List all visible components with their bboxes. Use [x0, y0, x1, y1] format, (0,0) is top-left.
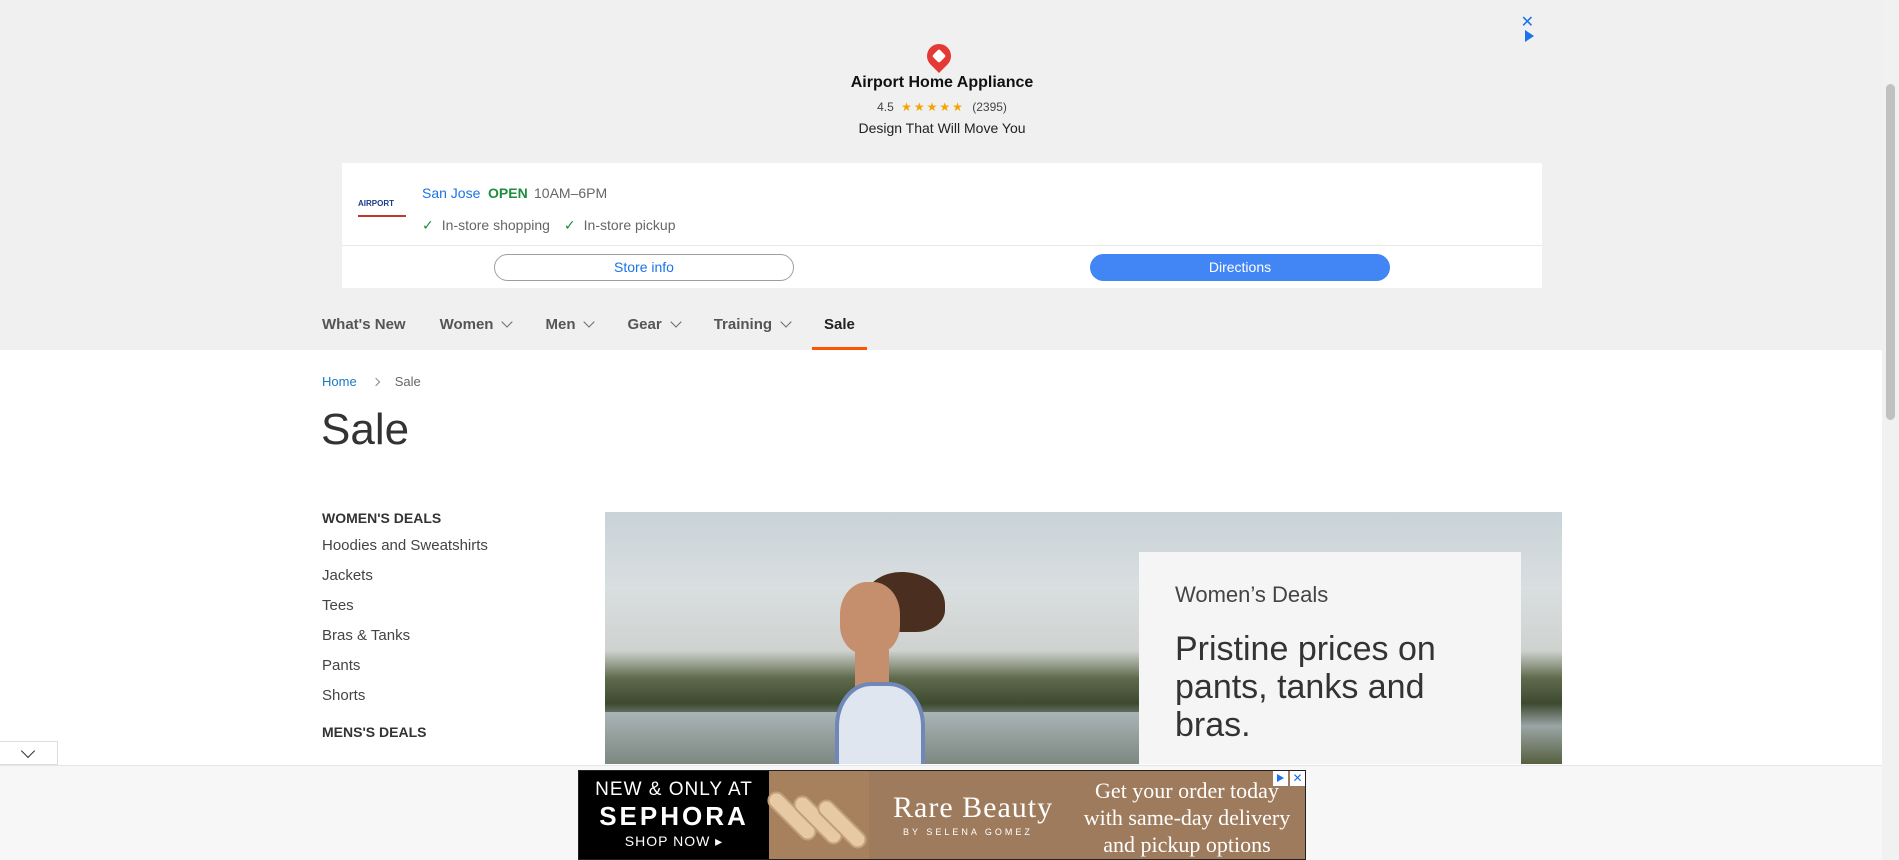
sidebar-link-pants[interactable]: Pants	[322, 656, 572, 686]
scrollbar-thumb[interactable]	[1886, 84, 1895, 420]
ad-rating: 4.5 ★★★★★ (2395)	[342, 100, 1542, 114]
rare-beauty-panel: Rare Beauty BY SELENA GOMEZ Get your ord…	[869, 771, 1305, 859]
sidebar: WOMEN'S DEALS Hoodies and Sweatshirts Ja…	[322, 510, 572, 750]
collapse-toggle[interactable]	[0, 741, 58, 765]
nav-label: Men	[545, 316, 576, 333]
sephora-line1: NEW & ONLY AT	[595, 779, 753, 800]
feature-label: In-store pickup	[583, 217, 676, 233]
map-pin-icon	[922, 39, 956, 73]
check-icon: ✓	[422, 217, 434, 233]
nav-item-training[interactable]: Training	[713, 306, 792, 350]
sidebar-link-hoodies[interactable]: Hoodies and Sweatshirts	[322, 536, 572, 566]
sephora-panel: NEW & ONLY AT SEPHORA SHOP NOW ▸	[579, 771, 769, 859]
hero-card[interactable]: Women’s Deals Pristine prices on pants, …	[1139, 552, 1521, 764]
feature-in-store-shopping: ✓ In-store shopping	[422, 217, 550, 234]
hero-kicker: Women’s Deals	[1175, 582, 1329, 607]
nav-label: Women	[439, 316, 494, 333]
rare-beauty-logo: Rare Beauty	[893, 791, 1054, 824]
ad-tagline: Design That Will Move You	[858, 120, 1026, 136]
close-icon[interactable]: ✕	[1521, 12, 1534, 32]
store-hours: 10AM–6PM	[534, 185, 608, 201]
runner-head	[840, 582, 900, 654]
store-features: ✓ In-store shopping ✓ In-store pickup	[422, 217, 675, 234]
hero-runner-image	[805, 572, 945, 764]
nav-item-gear[interactable]: Gear	[627, 306, 682, 350]
chevron-down-icon[interactable]	[583, 316, 596, 328]
scrollbar[interactable]	[1882, 0, 1899, 860]
product-image	[763, 771, 871, 859]
nav-item-men[interactable]: Men	[545, 306, 596, 350]
star-rating-icon: ★★★★★	[901, 100, 965, 114]
sidebar-link-tees[interactable]: Tees	[322, 596, 572, 626]
breadcrumb-current: Sale	[394, 374, 421, 389]
top-advertisement[interactable]: ✕ Airport Home Appliance 4.5 ★★★★★ (2395…	[342, 8, 1542, 288]
nav-item-women[interactable]: Women	[439, 306, 514, 350]
sephora-logo: SEPHORA	[599, 801, 749, 831]
breadcrumb-home-link[interactable]: Home	[322, 374, 357, 389]
rare-beauty-sub: BY SELENA GOMEZ	[903, 827, 1033, 837]
ad-business-name[interactable]: Airport Home Appliance	[342, 74, 1542, 92]
feature-label: In-store shopping	[441, 217, 550, 233]
nav-label: Sale	[824, 316, 855, 333]
directions-button[interactable]: Directions	[1090, 254, 1390, 281]
store-logo: AIRPORT	[358, 199, 406, 217]
ad-store-card[interactable]: AIRPORT San Jose OPEN 10AM–6PM ✓ In-store…	[342, 163, 1542, 288]
chevron-down-icon	[20, 743, 36, 759]
sidebar-link-shorts[interactable]: Shorts	[322, 686, 572, 716]
sidebar-heading-mens-deals: MENS'S DEALS	[322, 724, 427, 740]
adchoices-icon[interactable]	[1525, 30, 1534, 42]
divider	[342, 245, 1542, 246]
review-count: (2395)	[972, 100, 1007, 114]
store-status: OPEN	[488, 185, 528, 201]
chevron-right-icon	[371, 377, 380, 386]
check-icon: ✓	[563, 217, 576, 233]
rating-value: 4.5	[877, 100, 894, 114]
sidebar-link-bras-tanks[interactable]: Bras & Tanks	[322, 626, 572, 656]
sidebar-link-jackets[interactable]: Jackets	[322, 566, 572, 596]
chevron-down-icon[interactable]	[780, 316, 792, 328]
ad-message: Get your order today with same-day deliv…	[1083, 778, 1291, 857]
nav-item-sale[interactable]: Sale	[812, 306, 867, 350]
hero-headline: Pristine prices on pants, tanks and bras…	[1175, 630, 1436, 744]
nav-label: Gear	[627, 316, 662, 333]
sidebar-heading-womens-deals: WOMEN'S DEALS	[322, 510, 442, 526]
main-navigation: What's New Women Men Gear Training Sale	[322, 306, 889, 350]
page-title: Sale	[321, 405, 410, 454]
shop-now-link[interactable]: SHOP NOW ▸	[579, 833, 769, 850]
runner-top	[835, 682, 925, 764]
nav-label: Training	[713, 316, 773, 333]
adchoices-icon[interactable]	[1273, 771, 1288, 786]
bottom-advertisement[interactable]: NEW & ONLY AT SEPHORA SHOP NOW ▸ Rare Be…	[578, 770, 1306, 860]
chevron-down-icon[interactable]	[501, 316, 514, 328]
store-info-button[interactable]: Store info	[494, 254, 794, 281]
nav-item-whats-new[interactable]: What's New	[322, 306, 406, 350]
feature-in-store-pickup: ✓ In-store pickup	[564, 217, 676, 234]
store-city[interactable]: San Jose	[422, 185, 480, 201]
close-icon[interactable]: ✕	[1290, 771, 1305, 786]
nav-label: What's New	[322, 316, 406, 333]
breadcrumb: Home Sale	[322, 374, 421, 389]
chevron-down-icon[interactable]	[670, 316, 682, 328]
